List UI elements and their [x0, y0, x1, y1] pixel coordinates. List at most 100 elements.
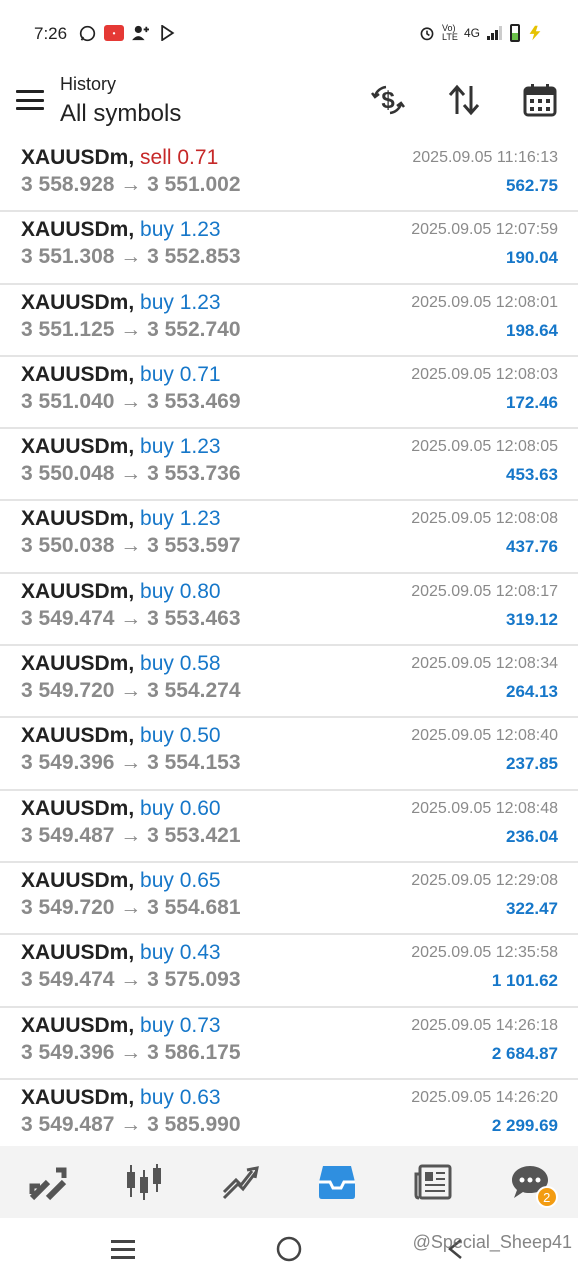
battery-icon — [510, 24, 520, 42]
trade-prices: 3 549.720 → 3 554.681 — [21, 895, 241, 919]
add-user-icon — [132, 24, 150, 42]
trade-time: 2025.09.05 12:08:03 — [411, 365, 558, 383]
trade-profit: 264.13 — [506, 682, 558, 702]
status-time: 7:26 — [34, 24, 68, 43]
trade-prices: 3 550.048 → 3 553.736 — [21, 462, 241, 486]
symbol-name: XAUUSDm, — [21, 1013, 135, 1037]
trade-side-volume: buy 0.58 — [140, 652, 221, 676]
trade-profit: 453.63 — [506, 465, 558, 485]
trade-time: 2025.09.05 12:08:17 — [411, 582, 558, 600]
trade-profit: 437.76 — [506, 537, 558, 557]
trade-time: 2025.09.05 12:07:59 — [411, 221, 558, 239]
quotes-tab[interactable] — [26, 1160, 70, 1204]
news-tab[interactable] — [411, 1160, 455, 1204]
trade-time: 2025.09.05 12:08:08 — [411, 510, 558, 528]
trade-symbol: XAUUSDm, buy 0.60 — [21, 797, 221, 821]
chart-icon — [127, 1164, 162, 1200]
calendar-button[interactable] — [522, 82, 558, 118]
trade-row[interactable]: XAUUSDm, sell 0.71 3 558.928 → 3 551.002… — [0, 140, 578, 213]
home-button[interactable] — [274, 1234, 304, 1264]
trade-profit: 1 101.62 — [491, 971, 558, 991]
alarm-icon — [418, 24, 436, 42]
currency-exchange-button[interactable]: $ — [370, 82, 406, 118]
trade-prices: 3 549.487 → 3 553.421 — [21, 823, 241, 847]
history-tab[interactable] — [315, 1160, 359, 1204]
symbol-name: XAUUSDm, — [21, 290, 135, 314]
app-header: History All symbols $ — [0, 68, 578, 138]
trade-prices: 3 551.308 → 3 552.853 — [21, 245, 241, 269]
system-navigation: @Special_Sheep41 — [0, 1218, 578, 1280]
trade-side-volume: sell 0.71 — [140, 146, 219, 169]
trade-row[interactable]: XAUUSDm, buy 1.23 3 550.048 → 3 553.736 … — [0, 429, 578, 502]
symbol-name: XAUUSDm, — [21, 652, 135, 676]
messages-tab[interactable]: 2 — [508, 1160, 558, 1208]
trade-prices: 3 551.125 → 3 552.740 — [21, 317, 241, 341]
trade-row[interactable]: XAUUSDm, buy 0.65 3 549.720 → 3 554.681 … — [0, 863, 578, 936]
trade-time: 2025.09.05 12:08:34 — [411, 655, 558, 673]
trade-profit: 236.04 — [506, 826, 558, 846]
trade-side-volume: buy 1.23 — [140, 290, 221, 314]
trade-row[interactable]: XAUUSDm, buy 0.58 3 549.720 → 3 554.274 … — [0, 646, 578, 719]
trade-time: 2025.09.05 12:29:08 — [411, 871, 558, 889]
trade-symbol: XAUUSDm, buy 0.58 — [21, 652, 221, 676]
trade-side-volume: buy 0.50 — [140, 724, 221, 748]
trade-symbol: XAUUSDm, buy 0.65 — [21, 869, 221, 893]
whatsapp-icon — [78, 24, 96, 42]
symbol-name: XAUUSDm, — [21, 362, 135, 386]
symbol-name: XAUUSDm, — [21, 796, 135, 820]
trade-prices: 3 549.487 → 3 585.990 — [21, 1112, 241, 1136]
signal-icon — [486, 24, 504, 42]
trade-profit: 172.46 — [506, 392, 558, 412]
symbol-name: XAUUSDm, — [21, 724, 135, 748]
svg-text:$: $ — [381, 87, 395, 114]
trade-prices: 3 549.474 → 3 553.463 — [21, 606, 241, 630]
trade-row[interactable]: XAUUSDm, buy 0.73 3 549.396 → 3 586.175 … — [0, 1008, 578, 1080]
trade-symbol: XAUUSDm, buy 1.23 — [21, 291, 221, 315]
symbol-name: XAUUSDm, — [21, 435, 135, 459]
sort-button[interactable] — [446, 82, 482, 118]
quotes-icon — [29, 1167, 67, 1201]
trade-row[interactable]: XAUUSDm, buy 0.50 3 549.396 → 3 554.153 … — [0, 718, 578, 791]
trade-time: 2025.09.05 14:26:20 — [411, 1088, 558, 1106]
trade-profit: 322.47 — [506, 898, 558, 918]
symbol-name: XAUUSDm, — [21, 1085, 135, 1109]
status-left-icons: • — [78, 24, 176, 42]
trade-time: 2025.09.05 12:08:48 — [411, 799, 558, 817]
trade-symbol: XAUUSDm, buy 0.50 — [21, 724, 221, 748]
trade-row[interactable]: XAUUSDm, buy 1.23 3 550.038 → 3 553.597 … — [0, 501, 578, 574]
trade-row[interactable]: XAUUSDm, buy 0.43 3 549.474 → 3 575.093 … — [0, 935, 578, 1008]
trade-symbol: XAUUSDm, buy 0.71 — [21, 363, 221, 387]
trade-time: 2025.09.05 12:08:05 — [411, 438, 558, 456]
trade-profit: 237.85 — [506, 754, 558, 774]
trade-symbol: XAUUSDm, buy 0.43 — [21, 941, 221, 965]
trade-tab[interactable] — [219, 1160, 263, 1204]
trade-row[interactable]: XAUUSDm, buy 0.60 3 549.487 → 3 553.421 … — [0, 791, 578, 863]
trade-side-volume: buy 1.23 — [140, 507, 221, 531]
trade-row[interactable]: XAUUSDm, buy 0.71 3 551.040 → 3 553.469 … — [0, 357, 578, 430]
trade-profit: 198.64 — [506, 320, 558, 340]
recent-apps-icon — [111, 1240, 135, 1259]
trade-row[interactable]: XAUUSDm, buy 1.23 3 551.125 → 3 552.740 … — [0, 285, 578, 357]
trade-row[interactable]: XAUUSDm, buy 1.23 3 551.308 → 3 552.853 … — [0, 212, 578, 285]
menu-button[interactable] — [16, 90, 44, 110]
trade-row[interactable]: XAUUSDm, buy 0.63 3 549.487 → 3 585.990 … — [0, 1080, 578, 1153]
news-icon — [414, 1164, 452, 1200]
watermark: @Special_Sheep41 — [412, 1232, 572, 1252]
trade-row[interactable]: XAUUSDm, buy 0.80 3 549.474 → 3 553.463 … — [0, 574, 578, 647]
play-store-icon — [158, 24, 176, 42]
recent-apps-button[interactable] — [108, 1234, 138, 1264]
trade-symbol: XAUUSDm, buy 0.73 — [21, 1014, 221, 1038]
chart-tab[interactable] — [122, 1160, 166, 1204]
trade-history-list: XAUUSDm, sell 0.71 3 558.928 → 3 551.002… — [0, 140, 578, 1153]
page-title[interactable]: All symbols — [60, 100, 181, 128]
symbol-name: XAUUSDm, — [21, 868, 135, 892]
symbol-name: XAUUSDm, — [21, 579, 135, 603]
trade-profit: 2 684.87 — [491, 1043, 558, 1063]
network-indicator: 4G — [463, 26, 480, 40]
trade-profit: 190.04 — [506, 248, 558, 268]
trade-symbol: XAUUSDm, buy 1.23 — [21, 507, 221, 531]
trade-prices: 3 549.396 → 3 586.175 — [21, 1040, 241, 1064]
app-notification-icon: • — [104, 25, 124, 41]
trade-side-volume: buy 0.63 — [140, 1085, 221, 1109]
trade-side-volume: buy 0.65 — [140, 868, 221, 892]
